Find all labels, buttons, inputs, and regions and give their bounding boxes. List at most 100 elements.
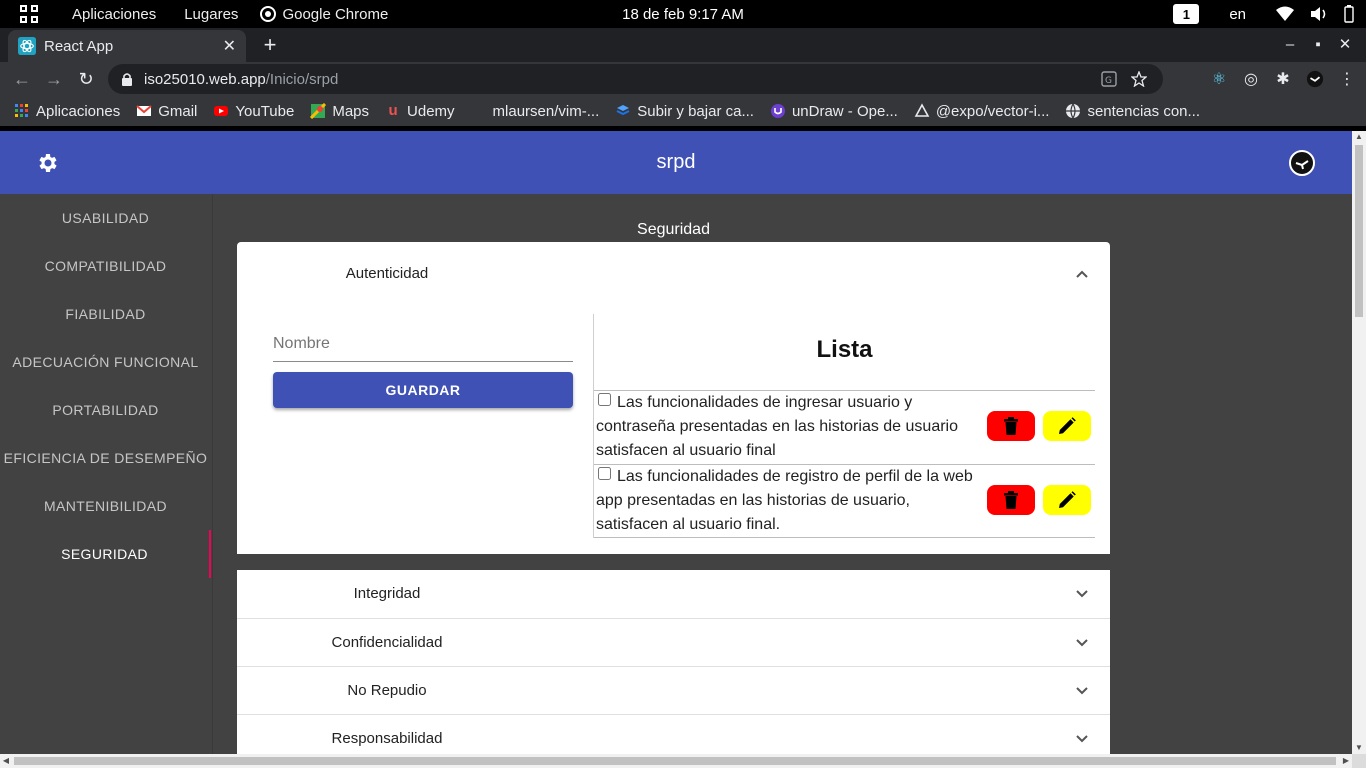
svg-text:G: G (1105, 76, 1112, 86)
avatar-logo-icon (1295, 160, 1309, 170)
sidebar-item-eficiencia[interactable]: EFICIENCIA DE DESEMPEÑO (0, 434, 211, 482)
expo-icon (914, 103, 930, 117)
scrollbar-thumb[interactable] (14, 757, 1336, 765)
bookmark-udemy[interactable]: u Udemy (385, 102, 454, 120)
bookmark-label: sentencias con... (1087, 102, 1201, 120)
language-indicator[interactable]: en (1215, 6, 1260, 23)
scroll-down-icon[interactable]: ▼ (1352, 742, 1366, 754)
bookmark-youtube[interactable]: YouTube (213, 103, 294, 120)
accordion-title: No Repudio (347, 682, 427, 699)
delete-button[interactable] (987, 411, 1035, 441)
close-window-icon[interactable]: ✕ (1334, 34, 1356, 56)
battery-icon[interactable] (1344, 5, 1354, 23)
edit-button[interactable] (1043, 411, 1091, 441)
lock-icon[interactable] (120, 72, 134, 86)
translate-icon[interactable]: G (1101, 71, 1117, 87)
react-devtools-icon[interactable]: ⚛ (1210, 70, 1228, 88)
sidebar-item-fiabilidad[interactable]: FIABILIDAD (0, 290, 211, 338)
save-button[interactable]: GUARDAR (273, 372, 573, 408)
url-host: iso25010.web.app (144, 70, 266, 88)
accordion-title: Autenticidad (345, 265, 429, 282)
item-text: Las funcionalidades de registro de perfi… (596, 468, 973, 533)
clock[interactable]: 18 de feb 9:17 AM (622, 6, 744, 23)
pencil-icon (1059, 417, 1076, 434)
chevron-down-icon[interactable] (1076, 588, 1088, 600)
horizontal-scrollbar[interactable]: ◀ ▶ (0, 754, 1352, 768)
sidebar-item-usabilidad[interactable]: USABILIDAD (0, 194, 211, 242)
address-bar[interactable]: iso25010.web.app/Inicio/srpd G (108, 64, 1163, 94)
bookmark-sentencias[interactable]: sentencias con... (1065, 103, 1200, 120)
bookmark-aplicaciones[interactable]: Aplicaciones (14, 103, 120, 120)
accordion-integridad[interactable]: Integridad (237, 570, 1110, 618)
bookmark-label: Gmail (158, 102, 198, 120)
bookmark-maps[interactable]: Maps (310, 103, 369, 120)
delete-button[interactable] (987, 485, 1035, 515)
accordion-title: Integridad (353, 585, 421, 602)
chevron-down-icon[interactable] (1076, 733, 1088, 745)
item-checkbox[interactable] (598, 393, 611, 406)
scroll-left-icon[interactable]: ◀ (0, 754, 12, 768)
sidebar-item-adecuacion-funcional[interactable]: ADECUACIÓN FUNCIONAL (0, 338, 211, 386)
vertical-scrollbar[interactable]: ▲ ▼ (1352, 131, 1366, 754)
reload-icon[interactable]: ↻ (70, 64, 102, 94)
new-tab-icon[interactable]: + (258, 34, 282, 58)
extensions-puzzle-icon[interactable]: ✱ (1274, 70, 1292, 88)
sidebar-item-compatibilidad[interactable]: COMPATIBILIDAD (0, 242, 211, 290)
forward-icon[interactable]: → (38, 64, 70, 94)
accordion-header[interactable]: Autenticidad (237, 242, 1110, 306)
app-menu[interactable]: Google Chrome (252, 0, 402, 28)
scrollbar-thumb[interactable] (1355, 145, 1363, 317)
volume-icon[interactable] (1310, 6, 1328, 22)
item-checkbox[interactable] (598, 467, 611, 480)
minimize-icon[interactable]: – (1279, 34, 1301, 56)
sidebar-item-mantenibilidad[interactable]: MANTENIBILIDAD (0, 482, 211, 530)
target-extension-icon[interactable]: ◎ (1242, 70, 1260, 88)
accordion-responsabilidad[interactable]: Responsabilidad (237, 714, 1110, 754)
workspace-indicator[interactable]: 1 (1173, 4, 1200, 24)
scroll-up-icon[interactable]: ▲ (1352, 131, 1366, 143)
edit-button[interactable] (1043, 485, 1091, 515)
sidebar-item-portabilidad[interactable]: PORTABILIDAD (0, 386, 211, 434)
maps-icon (310, 103, 327, 119)
list-title: Lista (816, 336, 873, 363)
bookmark-star-icon[interactable] (1131, 71, 1147, 87)
accordion-title: Confidencialidad (331, 634, 443, 651)
close-tab-icon[interactable]: ✕ (223, 36, 236, 56)
bookmark-vim[interactable]: mlaursen/vim-... (471, 103, 600, 120)
bookmark-undraw[interactable]: unDraw - Ope... (770, 103, 898, 120)
maximize-icon[interactable]: ▪ (1307, 34, 1329, 56)
item-text: Las funcionalidades de ingresar usuario … (596, 394, 958, 459)
sidebar-item-seguridad[interactable]: SEGURIDAD (0, 530, 211, 578)
app-title: srpd (656, 151, 696, 173)
apps-grid-icon (15, 104, 28, 117)
gear-icon[interactable] (36, 151, 60, 175)
wifi-icon[interactable] (1276, 6, 1294, 22)
accordion-confidencialidad[interactable]: Confidencialidad (237, 618, 1110, 666)
gmail-icon (136, 105, 152, 116)
scroll-right-icon[interactable]: ▶ (1340, 754, 1352, 768)
activities-menu[interactable]: Aplicaciones (58, 0, 170, 28)
apps-grid-icon[interactable] (0, 0, 58, 28)
url-path: /Inicio/srpd (265, 70, 339, 88)
user-avatar[interactable] (1289, 150, 1315, 176)
bookmark-label: unDraw - Ope... (791, 102, 898, 120)
tab-title: React App (44, 37, 114, 55)
udemy-icon: u (388, 102, 398, 119)
chevron-down-icon[interactable] (1076, 685, 1088, 697)
chrome-menu-icon[interactable]: ⋮ (1338, 70, 1356, 88)
chevron-down-icon[interactable] (1076, 637, 1088, 649)
name-input[interactable] (273, 328, 573, 362)
system-tray: 1 en (1173, 0, 1354, 28)
bookmark-gmail[interactable]: Gmail (136, 103, 197, 120)
bookmark-label: Aplicaciones (36, 102, 121, 120)
profile-avatar-icon[interactable] (1306, 70, 1324, 88)
places-menu[interactable]: Lugares (170, 0, 252, 28)
back-icon[interactable]: ← (6, 64, 38, 94)
bookmark-expo[interactable]: @expo/vector-i... (914, 103, 1049, 120)
chevron-up-icon[interactable] (1076, 268, 1088, 280)
browser-tab[interactable]: React App ✕ (8, 30, 246, 62)
trash-icon (1004, 491, 1018, 509)
accordion-no-repudio[interactable]: No Repudio (237, 666, 1110, 714)
bookmark-subir[interactable]: Subir y bajar ca... (615, 103, 754, 120)
github-icon (471, 103, 487, 119)
